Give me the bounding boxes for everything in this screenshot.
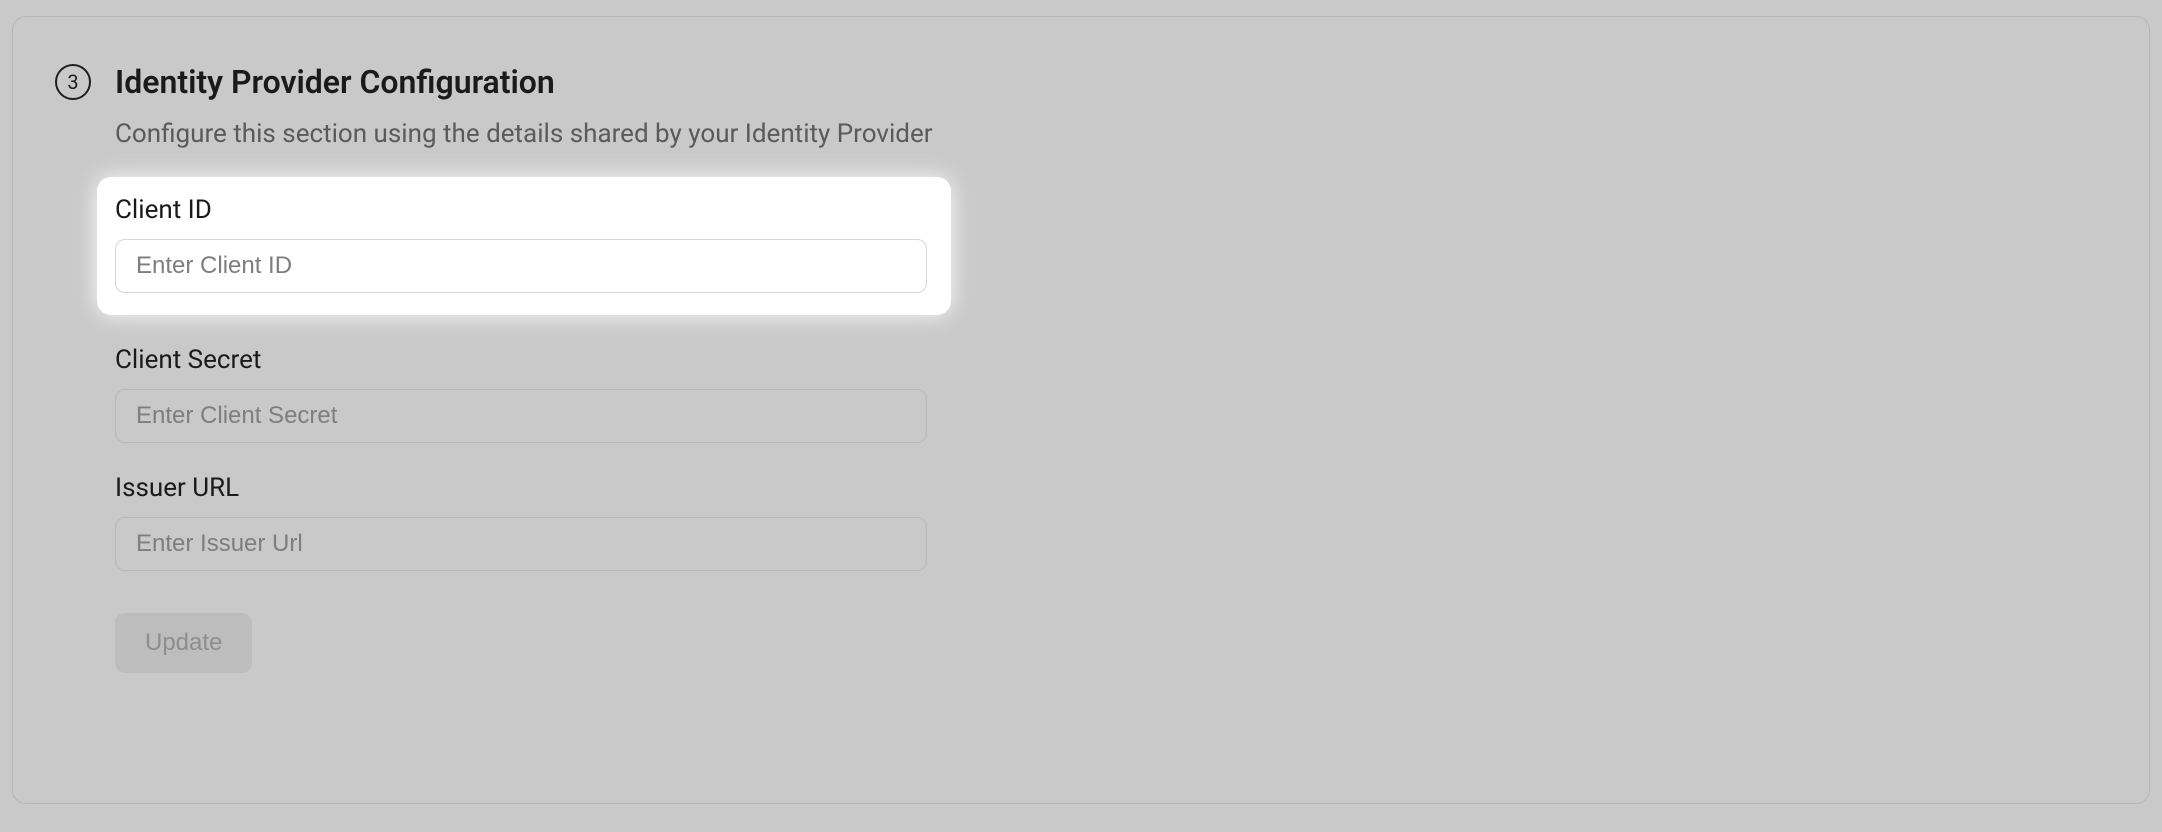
client-id-group: Client ID [97,177,951,315]
section-header: 3 Identity Provider Configuration [55,63,2107,101]
step-number-badge: 3 [55,64,91,100]
issuer-url-label: Issuer URL [115,473,933,503]
section-subtitle: Configure this section using the details… [115,119,2107,149]
client-secret-group: Client Secret [115,345,933,443]
issuer-url-group: Issuer URL [115,473,933,571]
section-content: Configure this section using the details… [115,119,2107,673]
client-secret-input[interactable] [115,389,927,443]
idp-config-card: 3 Identity Provider Configuration Config… [12,16,2150,804]
client-id-input[interactable] [115,239,927,293]
issuer-url-input[interactable] [115,517,927,571]
section-title: Identity Provider Configuration [115,63,555,101]
step-number: 3 [67,70,78,94]
client-id-label: Client ID [115,195,933,225]
client-secret-label: Client Secret [115,345,933,375]
update-button[interactable]: Update [115,613,252,673]
